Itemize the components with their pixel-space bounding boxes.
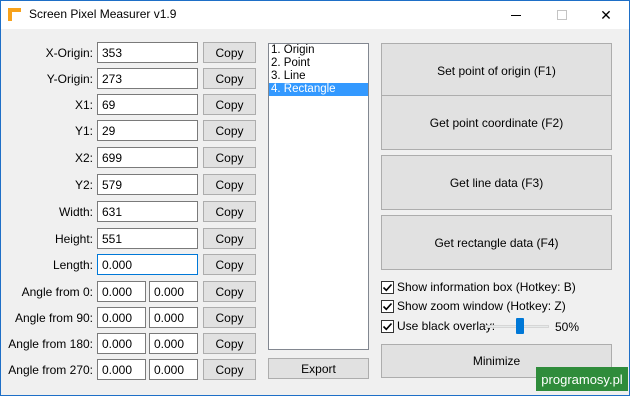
y2-label: Y2:: [74, 178, 93, 192]
zoom-window-checkbox[interactable]: [381, 299, 394, 313]
list-item-line[interactable]: 3. Line: [269, 70, 368, 83]
copy-length-button[interactable]: Copy: [203, 254, 256, 275]
angle-270-field-a[interactable]: 0.000: [97, 359, 146, 380]
length-label: Length:: [52, 258, 93, 272]
y-origin-field[interactable]: 273: [97, 68, 198, 89]
copy-angle-270-button[interactable]: Copy: [203, 359, 256, 380]
x1-label: X1:: [74, 98, 93, 112]
angle-180-label: Angle from 180:: [8, 337, 93, 351]
measurement-list[interactable]: 1. Origin 2. Point 3. Line 4. Rectangle: [268, 43, 369, 350]
height-field[interactable]: 551: [97, 228, 198, 249]
angle-90-row: Angle from 90: 0.000 0.000 Copy: [1, 307, 256, 329]
angle-180-field-b[interactable]: 0.000: [149, 333, 198, 354]
set-origin-button[interactable]: Set point of origin (F1): [381, 43, 612, 98]
copy-height-button[interactable]: Copy: [203, 228, 256, 249]
width-label: Width:: [58, 205, 93, 219]
title-bar[interactable]: Screen Pixel Measurer v1.9 ✕: [1, 1, 629, 29]
minimize-icon: [511, 14, 521, 16]
black-overlay-option[interactable]: Use black overlay:: [381, 318, 495, 334]
zoom-window-label: Show zoom window (Hotkey: Z): [397, 299, 566, 313]
x2-label: X2:: [74, 151, 93, 165]
get-point-button[interactable]: Get point coordinate (F2): [381, 95, 612, 150]
y1-row: Y1: 29 Copy: [1, 120, 256, 142]
angle-0-label: Angle from 0:: [21, 285, 93, 299]
checkmark-icon: [382, 283, 393, 291]
info-box-option[interactable]: Show information box (Hotkey: B): [381, 279, 576, 295]
y1-field[interactable]: 29: [97, 120, 198, 141]
y2-field[interactable]: 579: [97, 174, 198, 195]
copy-x2-button[interactable]: Copy: [203, 147, 256, 168]
angle-270-field-b[interactable]: 0.000: [149, 359, 198, 380]
list-item-origin[interactable]: 1. Origin: [269, 44, 368, 57]
x2-row: X2: 699 Copy: [1, 147, 256, 169]
checkmark-icon: [382, 322, 393, 330]
zoom-window-option[interactable]: Show zoom window (Hotkey: Z): [381, 298, 566, 314]
copy-angle-90-button[interactable]: Copy: [203, 307, 256, 328]
height-row: Height: 551 Copy: [1, 228, 256, 250]
maximize-window-button[interactable]: [539, 1, 585, 29]
copy-y2-button[interactable]: Copy: [203, 174, 256, 195]
copy-width-button[interactable]: Copy: [203, 201, 256, 222]
maximize-icon: [557, 10, 567, 20]
info-box-label: Show information box (Hotkey: B): [397, 280, 576, 294]
x-origin-row: X-Origin: 353 Copy: [1, 42, 256, 64]
x1-field[interactable]: 69: [97, 94, 198, 115]
black-overlay-checkbox[interactable]: [381, 319, 394, 333]
angle-270-label: Angle from 270:: [8, 363, 93, 377]
app-icon: [8, 8, 21, 21]
length-row: Length: 0.000 Copy: [1, 254, 256, 276]
x-origin-label: X-Origin:: [45, 46, 93, 60]
width-field[interactable]: 631: [97, 201, 198, 222]
angle-0-row: Angle from 0: 0.000 0.000 Copy: [1, 281, 256, 303]
copy-y1-button[interactable]: Copy: [203, 120, 256, 141]
copy-x-origin-button[interactable]: Copy: [203, 42, 256, 63]
overlay-slider-thumb[interactable]: [516, 318, 524, 334]
export-button[interactable]: Export: [268, 358, 369, 379]
angle-270-row: Angle from 270: 0.000 0.000 Copy: [1, 359, 256, 381]
angle-0-field-a[interactable]: 0.000: [97, 281, 146, 302]
watermark-logo: programosy.pl: [536, 367, 628, 391]
y-origin-label: Y-Origin:: [46, 72, 93, 86]
y1-label: Y1:: [74, 124, 93, 138]
minimize-window-button[interactable]: [493, 1, 539, 29]
checkmark-icon: [382, 302, 393, 310]
angle-90-label: Angle from 90:: [14, 311, 93, 325]
x-origin-field[interactable]: 353: [97, 42, 198, 63]
angle-180-row: Angle from 180: 0.000 0.000 Copy: [1, 333, 256, 355]
black-overlay-label: Use black overlay:: [397, 319, 496, 333]
app-window: Screen Pixel Measurer v1.9 ✕ X-Origin: 3…: [0, 0, 630, 396]
angle-90-field-b[interactable]: 0.000: [149, 307, 198, 328]
close-window-button[interactable]: ✕: [583, 1, 629, 29]
width-row: Width: 631 Copy: [1, 201, 256, 223]
get-line-label: Get line data (F3): [449, 175, 544, 190]
overlay-slider-value: 50%: [555, 320, 580, 334]
info-box-checkbox[interactable]: [381, 280, 394, 294]
height-label: Height:: [54, 232, 93, 246]
list-item-rectangle[interactable]: 4. Rectangle: [269, 83, 368, 96]
set-origin-label: Set point of origin (F1): [437, 63, 556, 78]
y2-row: Y2: 579 Copy: [1, 174, 256, 196]
copy-angle-180-button[interactable]: Copy: [203, 333, 256, 354]
get-point-label: Get point coordinate (F2): [429, 115, 564, 130]
angle-180-field-a[interactable]: 0.000: [97, 333, 146, 354]
angle-0-field-b[interactable]: 0.000: [149, 281, 198, 302]
length-field[interactable]: 0.000: [97, 254, 198, 275]
minimize-label: Minimize: [472, 354, 521, 368]
get-line-button[interactable]: Get line data (F3): [381, 155, 612, 210]
angle-90-field-a[interactable]: 0.000: [97, 307, 146, 328]
get-rectangle-label: Get rectangle data (F4): [434, 235, 559, 250]
close-icon: ✕: [600, 7, 612, 23]
copy-angle-0-button[interactable]: Copy: [203, 281, 256, 302]
get-rectangle-button[interactable]: Get rectangle data (F4): [381, 215, 612, 270]
window-title: Screen Pixel Measurer v1.9: [29, 7, 177, 21]
list-item-point[interactable]: 2. Point: [269, 57, 368, 70]
x2-field[interactable]: 699: [97, 147, 198, 168]
x1-row: X1: 69 Copy: [1, 94, 256, 116]
y-origin-row: Y-Origin: 273 Copy: [1, 68, 256, 90]
copy-y-origin-button[interactable]: Copy: [203, 68, 256, 89]
copy-x1-button[interactable]: Copy: [203, 94, 256, 115]
